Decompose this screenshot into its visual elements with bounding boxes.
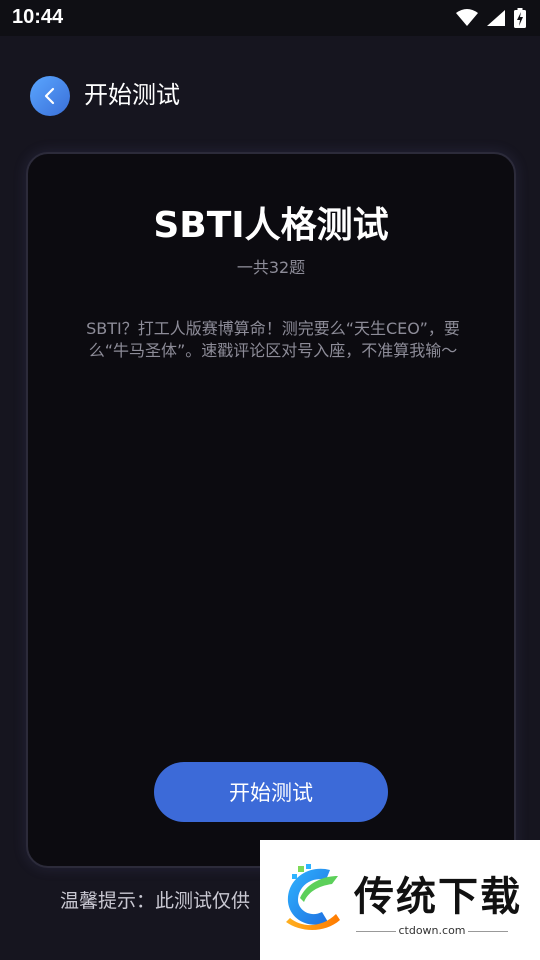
back-button[interactable] [30,76,70,116]
page-title: 开始测试 [84,81,180,109]
status-time: 10:44 [12,6,64,28]
status-icons [456,6,526,30]
signal-icon [487,10,505,26]
test-description: SBTI？打工人版赛博算命！测完要么“天生CEO”，要么“牛马圣体”。速戳评论区… [86,319,460,360]
chevron-left-icon [44,87,55,105]
wifi-icon [456,9,478,26]
watermark-title: 传统下载 [354,874,522,920]
question-count: 一共32题 [236,258,306,277]
start-test-button[interactable]: 开始测试 [154,762,388,822]
status-bar: 10:44 [0,0,540,36]
test-card: SBTI人格测试 一共32题 SBTI？打工人版赛博算命！测完要么“天生CEO”… [26,152,516,868]
watermark: 传统下载 ctdown.com [260,840,540,960]
watermark-logo-icon [286,864,340,930]
screen: 10:44 开始测试 SBTI人格测试 一共32题 SBTI？打工人版赛博算命！… [0,0,540,960]
test-title: SBTI人格测试 [153,205,389,246]
battery-charging-icon [514,8,526,28]
watermark-divider-right [468,931,508,932]
tip-text: 温馨提示：此测试仅供 [60,890,251,912]
